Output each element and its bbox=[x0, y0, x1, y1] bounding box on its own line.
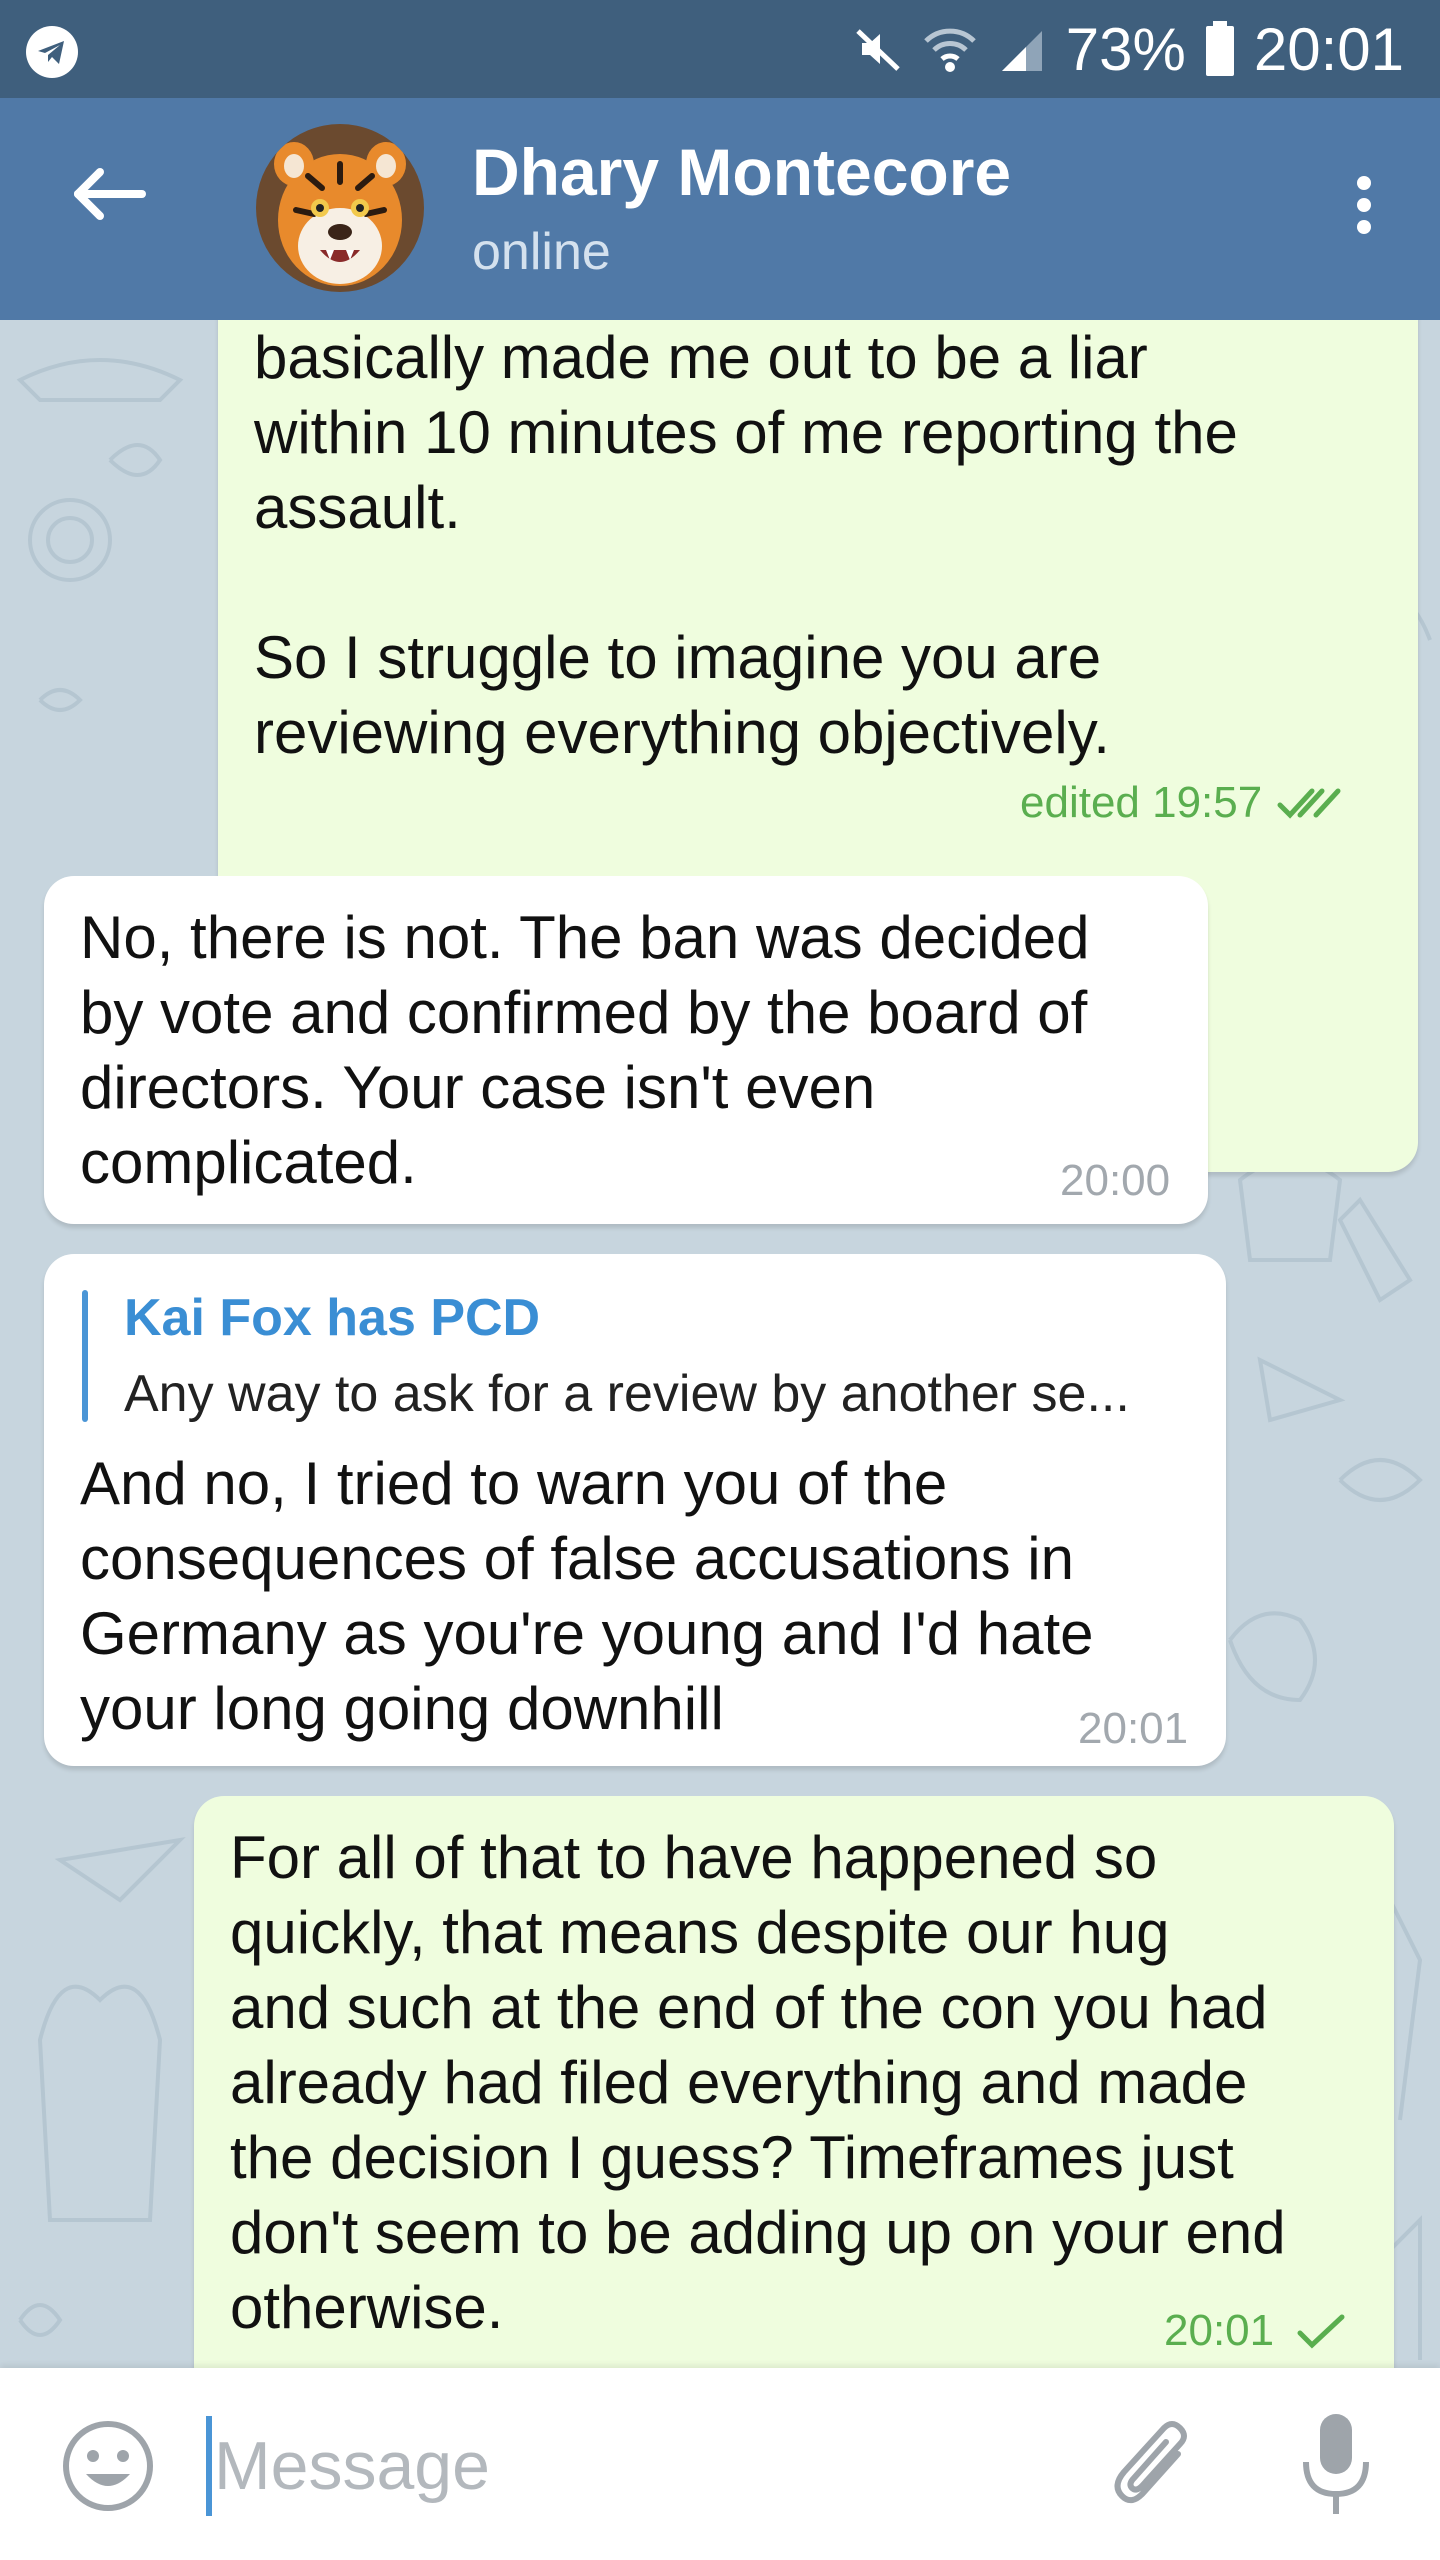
message-time: edited 19:57 bbox=[1020, 778, 1263, 827]
battery-percent: 73% bbox=[1065, 15, 1186, 83]
back-arrow-icon bbox=[74, 168, 146, 220]
attach-icon bbox=[1114, 2421, 1187, 2504]
back-button[interactable] bbox=[56, 164, 166, 254]
phone-screen: 73% 20:01 Dhary Montecore online basical… bbox=[0, 0, 1440, 2560]
more-vertical-icon bbox=[1357, 176, 1371, 234]
message-text: For all of that to have happened so quic… bbox=[230, 1824, 1286, 2341]
text-cursor bbox=[206, 2416, 212, 2516]
chat-status: online bbox=[472, 223, 611, 281]
message-time: 20:00 bbox=[1060, 1156, 1171, 1205]
reply-author[interactable]: Kai Fox has PCD bbox=[124, 1288, 540, 1348]
message-time: 20:01 bbox=[1078, 1704, 1189, 1753]
signal-icon bbox=[996, 23, 1048, 75]
status-icons: 73% 20:01 bbox=[852, 14, 1404, 84]
message-input[interactable] bbox=[214, 2412, 1014, 2520]
chat-header: Dhary Montecore online bbox=[0, 98, 1440, 320]
wifi-icon bbox=[922, 23, 978, 75]
emoji-button[interactable] bbox=[60, 2418, 156, 2514]
message-meta: edited 19:57 bbox=[1020, 778, 1346, 828]
message-meta: 20:01 bbox=[1164, 2306, 1352, 2356]
mute-icon bbox=[852, 23, 904, 75]
check-icon bbox=[1297, 2314, 1345, 2349]
message-time: 20:01 bbox=[1164, 2306, 1275, 2355]
more-options-button[interactable] bbox=[1344, 168, 1384, 258]
reply-preview[interactable]: Any way to ask for a review by another s… bbox=[124, 1364, 1130, 1424]
voice-message-button[interactable] bbox=[1296, 2410, 1376, 2522]
message-list[interactable]: basically made me out to be a liar withi… bbox=[0, 320, 1440, 2368]
battery-icon bbox=[1204, 21, 1236, 77]
message-text: basically made me out to be a liar withi… bbox=[254, 324, 1238, 766]
telegram-icon bbox=[24, 24, 80, 80]
message-composer bbox=[0, 2368, 1440, 2560]
double-check-icon bbox=[1277, 788, 1341, 819]
chat-title[interactable]: Dhary Montecore bbox=[472, 134, 1011, 210]
attach-button[interactable] bbox=[1106, 2414, 1202, 2518]
avatar[interactable] bbox=[256, 124, 424, 292]
status-bar: 73% 20:01 bbox=[0, 0, 1440, 98]
reply-indicator bbox=[82, 1290, 88, 1422]
clock: 20:01 bbox=[1253, 15, 1404, 83]
message-text: And no, I tried to warn you of the conse… bbox=[80, 1450, 1094, 1742]
microphone-icon bbox=[1303, 2414, 1369, 2514]
emoji-icon bbox=[63, 2421, 153, 2511]
message-text: No, there is not. The ban was decided by… bbox=[80, 904, 1090, 1196]
